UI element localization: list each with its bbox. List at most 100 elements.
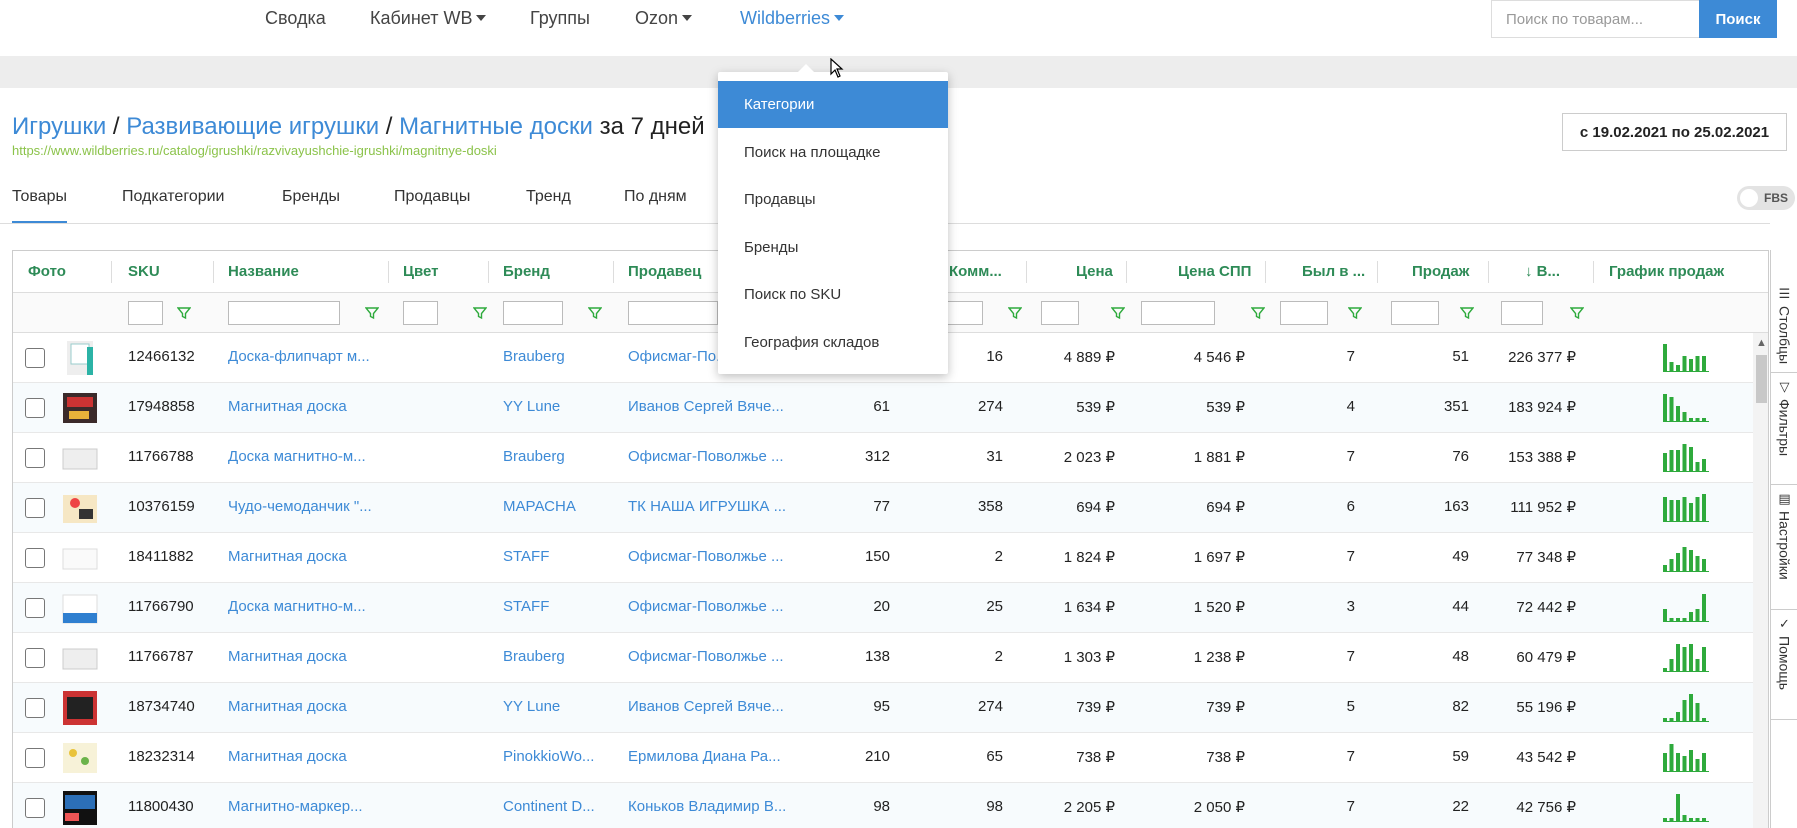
side-settings-button[interactable]: ▤ Настройки (1771, 485, 1797, 610)
row-checkbox[interactable] (25, 548, 45, 568)
row-checkbox[interactable] (25, 348, 45, 368)
column-filter-input[interactable] (1141, 301, 1215, 325)
table-row[interactable]: 18411882 Магнитная доска STAFF Офисмаг-П… (13, 533, 1768, 583)
column-separator[interactable] (213, 261, 214, 283)
cell-product-name[interactable]: Магнитная доска (228, 648, 347, 665)
table-row[interactable]: 11766788 Доска магнитно-м... Brauberg Оф… (13, 433, 1768, 483)
search-input[interactable] (1491, 0, 1699, 38)
filter-icon[interactable] (1570, 306, 1584, 320)
nav-item-groups[interactable]: Группы (530, 8, 590, 29)
tab-brands[interactable]: Бренды (282, 188, 340, 206)
column-header-price-spp[interactable]: Цена СПП (1178, 263, 1251, 280)
side-help-button[interactable]: ✓ Помощь (1771, 610, 1797, 720)
breadcrumb-developmental-toys[interactable]: Развивающие игрушки (126, 113, 379, 140)
row-checkbox[interactable] (25, 398, 45, 418)
column-filter-input[interactable] (128, 301, 163, 325)
cell-product-name[interactable]: Доска-флипчарт м... (228, 348, 370, 365)
menu-item-marketplace-search[interactable]: Поиск на площадке (718, 129, 948, 176)
scrollbar-thumb[interactable] (1756, 355, 1767, 403)
side-columns-button[interactable]: ☰ Столбцы (1771, 280, 1797, 373)
column-separator[interactable] (613, 261, 614, 283)
filter-icon[interactable] (177, 306, 191, 320)
nav-item-wildberries[interactable]: Wildberries (740, 8, 845, 29)
column-separator[interactable] (1377, 261, 1378, 283)
product-thumbnail[interactable] (61, 439, 99, 477)
cell-seller[interactable]: Коньков Владимир В... (628, 798, 786, 815)
table-row[interactable]: 11766790 Доска магнитно-м... STAFF Офисм… (13, 583, 1768, 633)
column-filter-input[interactable] (503, 301, 563, 325)
filter-icon[interactable] (588, 306, 602, 320)
row-checkbox[interactable] (25, 798, 45, 818)
cell-brand[interactable]: Continent D... (503, 798, 595, 815)
row-checkbox[interactable] (25, 748, 45, 768)
cell-seller[interactable]: Офисмаг-По... (628, 348, 729, 365)
column-header-price[interactable]: Цена (1076, 263, 1113, 280)
column-header-commission[interactable]: Комм... (949, 263, 1002, 280)
row-checkbox[interactable] (25, 698, 45, 718)
filter-icon[interactable] (1251, 306, 1265, 320)
cell-seller[interactable]: Офисмаг-Поволжье ... (628, 548, 784, 565)
filter-icon[interactable] (1348, 306, 1362, 320)
nav-item-wb-cabinet[interactable]: Кабинет WB (370, 8, 487, 29)
table-scrollbar[interactable]: ▲ (1753, 333, 1768, 828)
column-filter-input[interactable] (403, 301, 438, 325)
column-separator[interactable] (1488, 261, 1489, 283)
cell-brand[interactable]: Brauberg (503, 648, 565, 665)
cell-seller[interactable]: Офисмаг-Поволжье ... (628, 598, 784, 615)
nav-item-summary[interactable]: Сводка (265, 8, 326, 29)
column-filter-input[interactable] (1391, 301, 1439, 325)
breadcrumb-toys[interactable]: Игрушки (12, 113, 106, 140)
tab-trend[interactable]: Тренд (526, 188, 571, 206)
date-range-picker[interactable]: с 19.02.2021 по 25.02.2021 (1562, 113, 1787, 151)
cell-brand[interactable]: Brauberg (503, 448, 565, 465)
cell-product-name[interactable]: Магнитная доска (228, 748, 347, 765)
table-row[interactable]: 11800430 Магнитно-маркер... Continent D.… (13, 783, 1768, 828)
column-header-sales-chart[interactable]: График продаж (1609, 263, 1724, 280)
table-row[interactable]: 18232314 Магнитная доска PinokkioWo... Е… (13, 733, 1768, 783)
column-separator[interactable] (111, 261, 112, 283)
product-thumbnail[interactable] (61, 539, 99, 577)
row-checkbox[interactable] (25, 448, 45, 468)
column-filter-input[interactable] (1280, 301, 1328, 325)
column-filter-input[interactable] (1501, 301, 1543, 325)
column-header-color[interactable]: Цвет (403, 263, 438, 280)
cell-brand[interactable]: STAFF (503, 598, 549, 615)
nav-item-ozon[interactable]: Ozon (635, 8, 693, 29)
category-url[interactable]: https://www.wildberries.ru/catalog/igrus… (12, 143, 497, 158)
product-thumbnail[interactable] (61, 739, 99, 777)
column-filter-input[interactable] (943, 301, 983, 325)
cell-seller[interactable]: Офисмаг-Поволжье ... (628, 648, 784, 665)
filter-icon[interactable] (473, 306, 487, 320)
search-button[interactable]: Поиск (1699, 0, 1777, 38)
cell-product-name[interactable]: Магнитная доска (228, 398, 347, 415)
column-filter-input[interactable] (1041, 301, 1079, 325)
column-header-was-in-stock[interactable]: Был в ... (1302, 263, 1365, 280)
tab-subcategories[interactable]: Подкатегории (122, 188, 224, 206)
product-thumbnail[interactable] (61, 389, 99, 427)
row-checkbox[interactable] (25, 598, 45, 618)
column-header-revenue[interactable]: ↓ В... (1525, 263, 1560, 280)
cell-product-name[interactable]: Магнитная доска (228, 548, 347, 565)
column-separator[interactable] (388, 261, 389, 283)
cell-seller[interactable]: ТК НАША ИГРУШКА ... (628, 498, 786, 515)
column-separator[interactable] (1126, 261, 1127, 283)
cell-brand[interactable]: YY Lune (503, 698, 560, 715)
filter-icon[interactable] (1008, 306, 1022, 320)
breadcrumb-magnetic-boards[interactable]: Магнитные доски (399, 113, 593, 140)
tab-products[interactable]: Товары (12, 188, 68, 223)
table-row[interactable]: 10376159 Чудо-чемоданчик "... МАРАСНА ТК… (13, 483, 1768, 533)
product-thumbnail[interactable] (61, 689, 99, 727)
side-filters-button[interactable]: ▽ Фильтры (1771, 373, 1797, 485)
column-separator[interactable] (488, 261, 489, 283)
filter-icon[interactable] (1460, 306, 1474, 320)
cell-product-name[interactable]: Доска магнитно-м... (228, 448, 366, 465)
cell-seller[interactable]: Иванов Сергей Вяче... (628, 398, 784, 415)
column-header-photo[interactable]: Фото (28, 263, 66, 280)
cell-product-name[interactable]: Магнитная доска (228, 698, 347, 715)
column-header-sales[interactable]: Продаж (1412, 263, 1469, 280)
column-separator[interactable] (1265, 261, 1266, 283)
cell-seller[interactable]: Офисмаг-Поволжье ... (628, 448, 784, 465)
column-header-name[interactable]: Название (228, 263, 299, 280)
cell-product-name[interactable]: Чудо-чемоданчик "... (228, 498, 372, 515)
menu-item-brands[interactable]: Бренды (718, 224, 948, 271)
